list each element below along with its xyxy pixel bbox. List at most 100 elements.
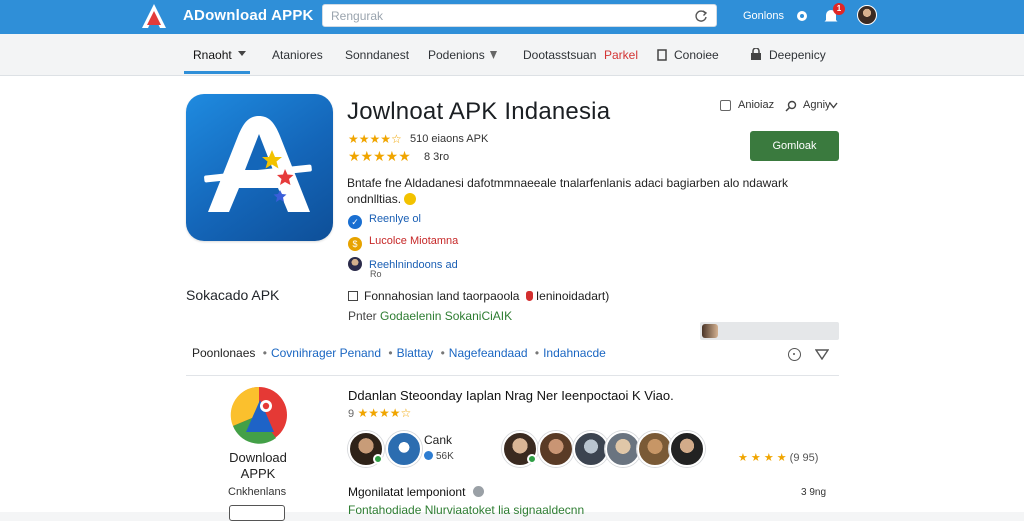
- nav-item-2[interactable]: Ataniores: [272, 48, 323, 62]
- feature-item: $ Lucolce Miotamna: [348, 235, 458, 251]
- chevron-down-icon[interactable]: [829, 102, 838, 109]
- app-logo[interactable]: [140, 3, 168, 29]
- green-text[interactable]: Godaelenin SokaniCiAIK: [380, 309, 512, 323]
- nav-item-home[interactable]: Rnaoht: [193, 48, 232, 62]
- section-title: Sokacado APK: [186, 287, 280, 303]
- review-rating: ★ ★ ★ ★ (9 95): [738, 452, 819, 464]
- settings-icon[interactable]: [795, 6, 809, 26]
- nav-item-5[interactable]: Dootasstsuan: [523, 48, 596, 62]
- rating-score: 8 3ro: [424, 151, 450, 163]
- more-green-text[interactable]: Fontahodiade Nlurviaatoket lia signaalde…: [348, 503, 584, 517]
- breadcrumb-item[interactable]: Covnihrager Penand: [271, 346, 381, 360]
- note-line: Fonnahosian land taorpaoola Ieninoidadar…: [348, 289, 609, 303]
- app-description: Bntafe fne Aldadanesi dafotmmnaeeale tna…: [347, 175, 807, 207]
- user-avatar[interactable]: [538, 431, 574, 467]
- check-circle-icon: ✓: [348, 215, 362, 229]
- breadcrumb-item[interactable]: Blattay: [397, 346, 434, 360]
- related-rating-count: 9: [348, 408, 355, 420]
- share-label[interactable]: Agniy: [803, 99, 831, 111]
- green-info-line: Pnter Godaelenin SokaniCiAIK: [348, 309, 512, 323]
- breadcrumb-separator: •: [262, 346, 267, 360]
- user-avatar[interactable]: [857, 5, 877, 25]
- save-label[interactable]: Anioiaz: [738, 99, 774, 111]
- app-icon: [186, 94, 333, 241]
- divider: [186, 375, 839, 376]
- related-app-subtitle: Cnkhenlans: [228, 486, 287, 498]
- filter-icon[interactable]: [815, 349, 829, 360]
- warning-drop-icon: [525, 291, 533, 301]
- notification-badge: 1: [833, 3, 845, 15]
- refresh-search-icon[interactable]: [694, 9, 708, 23]
- app-icon-graphic: [204, 116, 312, 212]
- download-button[interactable]: Gomloak: [750, 131, 839, 161]
- chevron-down-icon[interactable]: [237, 50, 247, 58]
- search-input[interactable]: [331, 8, 681, 24]
- breadcrumb-item[interactable]: Nagefeandaad: [449, 346, 528, 360]
- search-box[interactable]: [322, 4, 717, 27]
- related-install-button[interactable]: [229, 505, 285, 521]
- globe-icon: [424, 451, 433, 460]
- related-app-icon[interactable]: [230, 386, 288, 444]
- related-rating: 9 ★★★★☆: [348, 406, 412, 420]
- nav-item-4[interactable]: Podenions: [428, 48, 485, 62]
- breadcrumb-separator: •: [388, 346, 393, 360]
- nav-item-3[interactable]: Sonndanest: [345, 48, 409, 62]
- related-app-name[interactable]: Download APPK: [222, 450, 294, 482]
- save-checkbox[interactable]: [720, 100, 731, 111]
- media-strip[interactable]: [700, 322, 839, 340]
- review-rating-value: (9 95): [789, 452, 819, 464]
- nav-item-6[interactable]: Parkel: [604, 48, 638, 62]
- breadcrumb: Poonlonaes • Covnihrager Penand • Blattay …: [192, 346, 606, 360]
- search-icon[interactable]: [785, 100, 797, 112]
- online-status-icon: [373, 454, 383, 464]
- more-title: Mgonilatat lemponiont: [348, 485, 484, 499]
- smile-emoji-icon: [404, 193, 417, 205]
- more-title-text[interactable]: Mgonilatat lemponiont: [348, 485, 465, 499]
- user-avatar[interactable]: [669, 431, 705, 467]
- size-text: 3 9ng: [801, 487, 827, 498]
- person-avatar-icon: [348, 257, 362, 271]
- rating-stars: ★★★★★: [348, 148, 411, 164]
- note-tail: Ieninoidadart): [535, 289, 610, 303]
- feature-item: Reehlnindoons ad: [348, 257, 458, 271]
- user-name[interactable]: Cank: [424, 433, 452, 447]
- feature-text: Reehlnindoons ad: [369, 259, 458, 271]
- brand-name[interactable]: ADownload APPK: [183, 7, 314, 24]
- shield-icon: [472, 486, 484, 497]
- app-title: Jowlnoat APK Indanesia: [347, 98, 611, 125]
- related-title[interactable]: Ddanlan Steoonday Iaplan Nrag Ner Ieenpo…: [348, 388, 674, 403]
- user-avatar[interactable]: [637, 431, 673, 467]
- feature-extra: Ro: [370, 269, 382, 279]
- rating-stars-small: ★★★★☆: [348, 132, 402, 146]
- info-icon[interactable]: [788, 348, 801, 361]
- feature-text: Reenlye ol: [369, 213, 421, 225]
- user-meta-text: 56K: [436, 451, 454, 462]
- top-bar: ADownload APPK Gonlons 1: [0, 0, 1024, 34]
- app-avatar[interactable]: [386, 431, 422, 467]
- active-tab-underline: [184, 71, 250, 74]
- rating-count: 510 eiaons APK: [410, 133, 489, 145]
- lock-icon: [751, 48, 761, 60]
- nav-item-8[interactable]: Deepenicy: [769, 48, 826, 62]
- breadcrumb-root[interactable]: Poonlonaes: [192, 346, 255, 360]
- breadcrumb-separator: •: [534, 346, 540, 360]
- size-label: 3 9ng: [801, 487, 826, 498]
- nav-item-7[interactable]: Conoiee: [674, 48, 719, 62]
- breadcrumb-item[interactable]: Indahnacde: [543, 346, 606, 360]
- bookmark-icon: [657, 49, 667, 61]
- online-status-icon: [527, 454, 537, 464]
- user-avatar[interactable]: [605, 431, 641, 467]
- category-navbar: Rnaoht Ataniores Sonndanest Podenions Do…: [0, 34, 1024, 76]
- note-text: Fonnahosian land taorpaoola: [364, 289, 520, 303]
- image-icon: [348, 291, 358, 301]
- breadcrumb-separator: •: [440, 346, 445, 360]
- user-meta: 56K: [424, 451, 454, 462]
- thumbnail: [702, 324, 718, 338]
- feature-item: ✓ Reenlye ol: [348, 213, 421, 229]
- shield-icon: [490, 51, 497, 59]
- feature-text: Lucolce Miotamna: [369, 235, 459, 247]
- coin-icon: $: [348, 237, 362, 251]
- green-prefix: Pnter: [348, 309, 377, 323]
- user-avatar[interactable]: [573, 431, 609, 467]
- account-link[interactable]: Gonlons: [743, 10, 784, 22]
